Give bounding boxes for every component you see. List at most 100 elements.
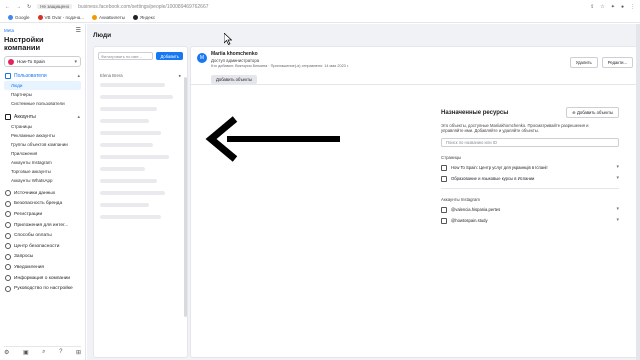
bookmark-google[interactable]: Google: [8, 15, 30, 20]
group-label-pages: Страницы: [441, 155, 462, 160]
nav-brand-safety[interactable]: Безопасность бренда: [4, 199, 81, 210]
menu-icon[interactable]: ⋮: [630, 4, 635, 10]
search-icon[interactable]: ⌕: [42, 349, 45, 356]
blurred-name: [100, 143, 153, 147]
list-item[interactable]: [94, 152, 187, 164]
accounts-icon: [5, 114, 11, 120]
nav-notifications[interactable]: Уведомления: [4, 262, 81, 273]
delete-button[interactable]: Удалить: [569, 57, 598, 68]
list-item[interactable]: [94, 80, 187, 92]
nav-users[interactable]: Пользователи ▴: [4, 71, 81, 81]
nav-business-info[interactable]: Информация о компании: [4, 273, 81, 284]
company-selector[interactable]: How-To Spain ▾: [4, 56, 81, 67]
blurred-name: [100, 215, 161, 219]
nav-item-system-users[interactable]: Системные пользователи: [4, 99, 81, 108]
hamburger-icon[interactable]: ☰: [76, 27, 81, 34]
list-item[interactable]: [94, 116, 187, 128]
share-icon[interactable]: ⇪: [590, 4, 594, 10]
data-sources-icon: [5, 190, 11, 197]
nav-payment-methods[interactable]: Способы оплаты: [4, 230, 81, 241]
resource-item[interactable]: How To Spain: Центр услуг для украинців …: [441, 165, 619, 171]
main-content: Люди Фильтровать по име... Добавить Elen…: [87, 24, 640, 360]
settings-icon[interactable]: ⚙: [4, 349, 9, 356]
google-icon: [8, 15, 13, 20]
reload-icon[interactable]: ↻: [27, 4, 31, 10]
edit-button[interactable]: Редакти...: [601, 57, 633, 68]
nav-setup-guide[interactable]: Руководство по настройке: [4, 283, 81, 294]
nav-item-apps[interactable]: Приложения: [4, 149, 81, 158]
page-scrollbar[interactable]: [636, 24, 640, 360]
notifications-icon[interactable]: ▣: [23, 349, 29, 356]
star-icon[interactable]: ☆: [600, 4, 604, 10]
users-icon: [5, 73, 11, 79]
list-item[interactable]: [94, 128, 187, 140]
back-icon[interactable]: ←: [5, 4, 10, 10]
nav-item-whatsapp[interactable]: Аккаунты WhatsApp: [4, 176, 81, 185]
bell-icon: [5, 264, 11, 271]
registrations-icon: [5, 211, 11, 218]
blurred-name: [100, 155, 169, 159]
chevron-down-icon: ▾: [616, 206, 619, 212]
nav-registrations[interactable]: Регистрации: [4, 209, 81, 220]
browser-toolbar: ← → ↻ Не защищено business.facebook.com/…: [0, 0, 640, 13]
aviabilety-icon: [92, 15, 97, 20]
nav-item-ad-accounts[interactable]: Рекламные аккаунты: [4, 131, 81, 140]
nav-requests[interactable]: Запросы: [4, 252, 81, 263]
vb-icon: [37, 15, 43, 20]
blurred-name: [100, 191, 165, 195]
annotation-arrow: [205, 116, 340, 162]
list-scrollbar[interactable]: [184, 77, 187, 317]
chevron-up-icon: ▴: [77, 114, 80, 120]
integrations-icon: [5, 222, 11, 229]
add-objects-button[interactable]: Добавить объекты: [211, 75, 258, 84]
nav-data-sources[interactable]: Источники данных: [4, 188, 81, 199]
filter-input[interactable]: Фильтровать по име...: [98, 52, 154, 60]
address-bar[interactable]: business.facebook.com/settings/people/10…: [78, 4, 208, 10]
list-item[interactable]: [94, 200, 187, 212]
forward-icon[interactable]: →: [16, 4, 21, 10]
list-item[interactable]: [94, 212, 187, 224]
resource-item[interactable]: @valencia.hispania.pertes ▾: [441, 207, 619, 213]
security-icon: [5, 243, 11, 250]
nav-item-people[interactable]: Люди: [4, 81, 81, 90]
nav-security-center[interactable]: Центр безопасности: [4, 241, 81, 252]
shield-icon: [5, 200, 11, 207]
nav-item-instagram[interactable]: Аккаунты Instagram: [4, 158, 81, 167]
bookmark-aviabilety[interactable]: AvиaБилеты: [92, 15, 125, 20]
assign-objects-button[interactable]: ⊕ Добавить объекты: [566, 107, 619, 118]
list-item[interactable]: [94, 164, 187, 176]
yandex-icon: [132, 15, 138, 20]
add-person-button[interactable]: Добавить: [156, 52, 183, 60]
meta-logo: Meta: [4, 28, 15, 33]
profile-icon[interactable]: ●: [621, 4, 624, 10]
nav-integrations[interactable]: Приложения для интег...: [4, 220, 81, 231]
nav-item-pages[interactable]: Страницы: [4, 122, 81, 131]
list-item[interactable]: [94, 140, 187, 152]
avatar: M: [197, 53, 207, 63]
sort-icon[interactable]: ●: [178, 73, 181, 78]
nav-item-asset-groups[interactable]: Группы объектов компании: [4, 140, 81, 149]
resource-item[interactable]: Образование и языковые курсы в Испании ▾: [441, 176, 619, 182]
divider: [441, 188, 619, 189]
group-label-instagram: Аккаунты Instagram: [441, 197, 480, 202]
grid-icon[interactable]: ⊞: [76, 349, 81, 356]
help-icon[interactable]: ?: [59, 349, 62, 356]
list-item[interactable]: [94, 92, 187, 104]
extensions-icon[interactable]: ✦: [611, 4, 615, 10]
list-item[interactable]: [94, 188, 187, 200]
browser-nav: ← → ↻: [5, 4, 31, 10]
bookmark-vb[interactable]: VB Ovar - подача...: [37, 15, 84, 20]
security-badge[interactable]: Не защищено: [37, 4, 73, 9]
info-icon: [5, 275, 11, 282]
list-item[interactable]: [94, 104, 187, 116]
resources-search-input[interactable]: Поиск по названию или ID: [441, 138, 619, 147]
nav-item-commerce[interactable]: Торговые аккаунты: [4, 167, 81, 176]
nav-accounts[interactable]: Аккаунты ▴: [4, 112, 81, 122]
user-meta: Кто добавил: Виктория Белкина · Приглаше…: [211, 64, 349, 68]
blurred-name: [100, 131, 161, 135]
assigned-resources: Назначенные ресурсы ⊕ Добавить объекты Э…: [441, 107, 619, 224]
bookmark-yandex[interactable]: Яндекс: [132, 15, 155, 20]
list-item[interactable]: [94, 176, 187, 188]
nav-item-partners[interactable]: Партнеры: [4, 90, 81, 99]
resource-item[interactable]: @howtospain.study ▾: [441, 218, 619, 224]
